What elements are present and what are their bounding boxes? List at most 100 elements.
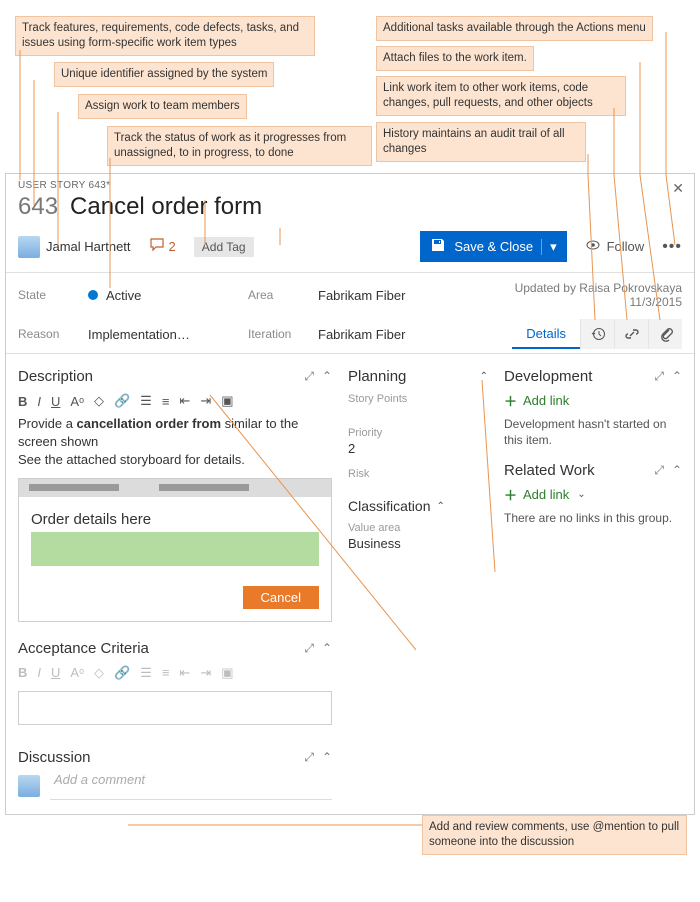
outdent-icon[interactable]: ⇤ bbox=[179, 393, 190, 409]
link-icon: 🔗 bbox=[114, 665, 130, 681]
related-empty: There are no links in this group. bbox=[504, 510, 682, 526]
assignee-name: Jamal Hartnett bbox=[46, 239, 131, 254]
speech-bubble-icon bbox=[149, 237, 165, 256]
comment-input[interactable]: Add a comment bbox=[50, 772, 332, 800]
chevron-down-icon[interactable]: ⌄ bbox=[577, 489, 585, 500]
iteration-label: Iteration bbox=[248, 327, 318, 341]
add-link-button[interactable]: ＋ Add link bbox=[504, 391, 682, 410]
mockup-cancel-button: Cancel bbox=[243, 586, 319, 609]
clear-format-icon: ◇ bbox=[94, 665, 104, 681]
chevron-up-icon[interactable]: ⌃ bbox=[322, 750, 332, 765]
bold-icon[interactable]: B bbox=[18, 394, 27, 409]
area-field[interactable]: Fabrikam Fiber bbox=[318, 288, 478, 303]
save-close-button[interactable]: Save & Close ▾ bbox=[420, 231, 566, 262]
discussion-heading: Discussion bbox=[18, 749, 304, 766]
development-heading: Development bbox=[504, 368, 654, 385]
callout-item-types: Track features, requirements, code defec… bbox=[15, 16, 315, 56]
add-link-button[interactable]: ＋ Add link ⌄ bbox=[504, 485, 682, 504]
avatar bbox=[18, 236, 40, 258]
acceptance-heading: Acceptance Criteria bbox=[18, 640, 304, 657]
underline-icon: U bbox=[51, 665, 60, 680]
work-item-id: 643 bbox=[18, 193, 58, 221]
callout-id: Unique identifier assigned by the system bbox=[54, 62, 274, 87]
chevron-up-icon[interactable]: ⌃ bbox=[672, 463, 682, 478]
callout-history: History maintains an audit trail of all … bbox=[376, 122, 586, 162]
attachments-tab-icon[interactable] bbox=[648, 319, 682, 349]
classification-heading: Classification bbox=[348, 498, 430, 514]
callout-assign: Assign work to team members bbox=[78, 94, 247, 119]
chevron-up-icon[interactable]: ⌃ bbox=[480, 371, 488, 382]
description-heading: Description bbox=[18, 368, 304, 385]
avatar bbox=[18, 775, 40, 797]
value-area-value[interactable]: Business bbox=[348, 536, 488, 551]
indent-icon[interactable]: ⇥ bbox=[200, 393, 211, 409]
callout-links: Link work item to other work items, code… bbox=[376, 76, 626, 116]
numbered-list-icon: ≡ bbox=[162, 665, 170, 680]
reason-label: Reason bbox=[18, 327, 88, 341]
callout-status: Track the status of work as it progresse… bbox=[107, 126, 372, 166]
embedded-mockup: Order details here Cancel bbox=[18, 478, 332, 622]
expand-icon[interactable]: ⤢ bbox=[304, 750, 314, 765]
expand-icon[interactable]: ⤢ bbox=[304, 369, 314, 384]
chevron-up-icon[interactable]: ⌃ bbox=[436, 501, 444, 512]
value-area-label: Value area bbox=[348, 522, 488, 534]
related-heading: Related Work bbox=[504, 462, 654, 479]
add-tag-button[interactable]: Add Tag bbox=[194, 237, 254, 257]
priority-label: Priority bbox=[348, 427, 488, 439]
story-points-label: Story Points bbox=[348, 393, 488, 405]
discussion-count[interactable]: 2 bbox=[149, 237, 176, 256]
reason-field[interactable]: Implementation… bbox=[88, 327, 248, 342]
risk-label: Risk bbox=[348, 468, 488, 480]
tab-details[interactable]: Details bbox=[512, 320, 580, 349]
expand-icon[interactable]: ⤢ bbox=[654, 369, 664, 384]
outdent-icon: ⇤ bbox=[179, 665, 190, 681]
save-icon bbox=[430, 237, 446, 256]
font-icon[interactable]: Aᵒ bbox=[70, 394, 84, 409]
acceptance-input[interactable] bbox=[18, 691, 332, 725]
updated-text: Updated by Raisa Pokrovskaya 11/3/2015 bbox=[478, 281, 682, 309]
mockup-title: Order details here bbox=[31, 511, 319, 528]
actions-menu[interactable]: ••• bbox=[662, 238, 682, 256]
links-tab-icon[interactable] bbox=[614, 319, 648, 349]
priority-value[interactable]: 2 bbox=[348, 441, 488, 456]
state-field[interactable]: Active bbox=[88, 288, 248, 303]
link-icon[interactable]: 🔗 bbox=[114, 393, 130, 409]
font-icon: Aᵒ bbox=[70, 665, 84, 680]
numbered-list-icon[interactable]: ≡ bbox=[162, 394, 170, 409]
plus-icon: ＋ bbox=[504, 391, 517, 410]
italic-icon[interactable]: I bbox=[37, 394, 41, 409]
work-item-type: USER STORY 643* bbox=[18, 180, 682, 191]
development-empty: Development hasn't started on this item. bbox=[504, 416, 682, 448]
work-item-form: USER STORY 643* ✕ 643 Cancel order form … bbox=[5, 173, 695, 815]
iteration-field[interactable]: Fabrikam Fiber bbox=[318, 327, 478, 342]
work-item-title[interactable]: Cancel order form bbox=[70, 193, 262, 221]
close-icon[interactable]: ✕ bbox=[672, 180, 684, 197]
plus-icon: ＋ bbox=[504, 485, 517, 504]
description-body[interactable]: Provide a cancellation order from simila… bbox=[18, 415, 332, 470]
underline-icon[interactable]: U bbox=[51, 394, 60, 409]
indent-icon: ⇥ bbox=[200, 665, 211, 681]
callout-actions: Additional tasks available through the A… bbox=[376, 16, 653, 41]
area-label: Area bbox=[248, 288, 318, 302]
planning-heading: Planning bbox=[348, 368, 480, 385]
rich-text-toolbar[interactable]: B I U Aᵒ ◇ 🔗 ☰ ≡ ⇤ ⇥ ▣ bbox=[18, 391, 332, 415]
history-tab-icon[interactable] bbox=[580, 319, 614, 349]
image-icon: ▣ bbox=[221, 665, 233, 681]
clear-format-icon[interactable]: ◇ bbox=[94, 393, 104, 409]
bold-icon: B bbox=[18, 665, 27, 680]
follow-button[interactable]: Follow bbox=[585, 237, 645, 256]
image-icon[interactable]: ▣ bbox=[221, 393, 233, 409]
eye-icon bbox=[585, 237, 601, 256]
assignee-picker[interactable]: Jamal Hartnett bbox=[18, 236, 131, 258]
chevron-up-icon[interactable]: ⌃ bbox=[322, 641, 332, 656]
callout-comments: Add and review comments, use @mention to… bbox=[422, 815, 687, 855]
bulleted-list-icon: ☰ bbox=[140, 665, 152, 681]
expand-icon[interactable]: ⤢ bbox=[304, 641, 314, 656]
italic-icon: I bbox=[37, 665, 41, 680]
state-label: State bbox=[18, 288, 88, 302]
chevron-up-icon[interactable]: ⌃ bbox=[322, 369, 332, 384]
chevron-down-icon[interactable]: ▾ bbox=[550, 239, 557, 255]
chevron-up-icon[interactable]: ⌃ bbox=[672, 369, 682, 384]
expand-icon[interactable]: ⤢ bbox=[654, 463, 664, 478]
bulleted-list-icon[interactable]: ☰ bbox=[140, 393, 152, 409]
